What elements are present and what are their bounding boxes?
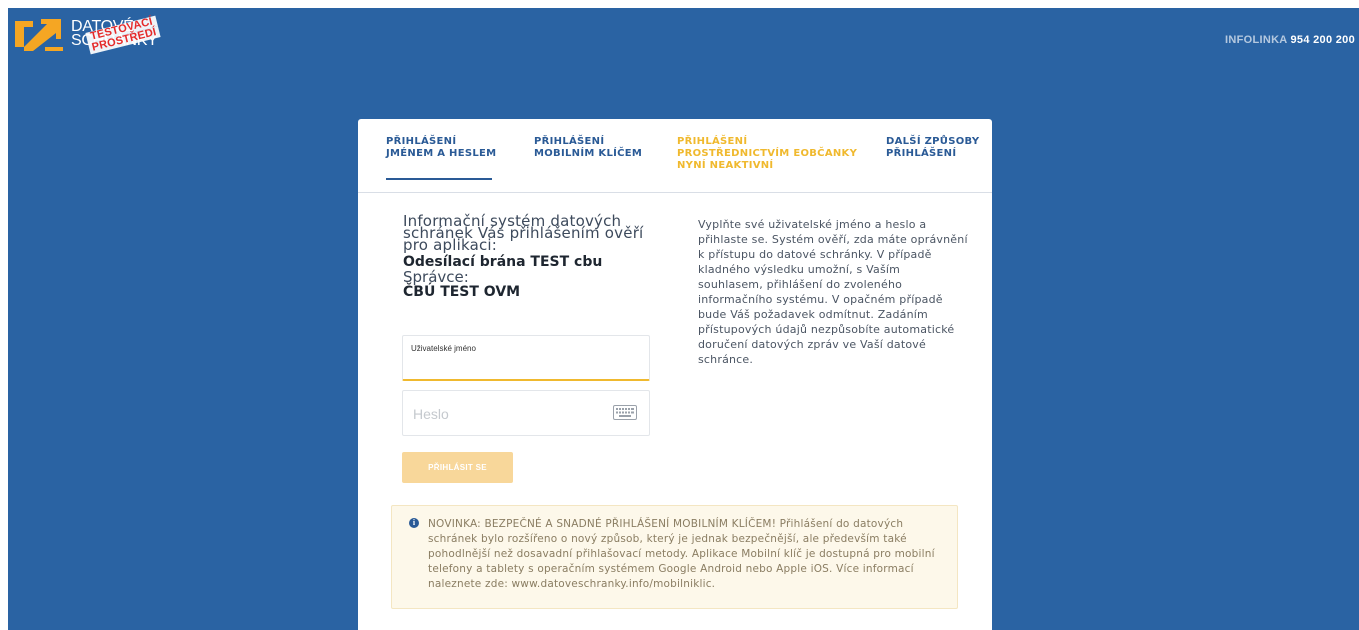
arrow-logo-icon xyxy=(15,19,63,51)
username-input[interactable] xyxy=(411,354,609,375)
infolinka: INFOLINKA 954 200 200 xyxy=(1225,34,1355,46)
tab-eobcanka: PŘIHLÁŠENÍ PROSTŘEDNICTVÍM eOBČANKY NYNÍ… xyxy=(677,136,857,172)
logo[interactable]: DATOVÉ SCHRÁNKY TESTOVACÍ PROSTŘEDÍ xyxy=(15,15,161,55)
tab-line-1: PŘIHLÁŠENÍ xyxy=(534,136,605,147)
tab-line-2: JMÉNEM A HESLEM xyxy=(386,148,497,159)
login-card: PŘIHLÁŠENÍ JMÉNEM A HESLEM PŘIHLÁŠENÍ MO… xyxy=(358,119,992,630)
tab-other-methods[interactable]: DALŠÍ ZPŮSOBY PŘIHLÁŠENÍ xyxy=(886,136,979,160)
mobile-key-notice: i NOVINKA: BEZPEČNÉ A SNADNÉ PŘIHLÁŠENÍ … xyxy=(391,505,958,609)
login-button[interactable]: PŘIHLÁSIT SE xyxy=(402,452,513,483)
infolinka-number[interactable]: 954 200 200 xyxy=(1291,34,1355,46)
app-info: Informační systém datových schránek Vás … xyxy=(403,212,663,301)
login-tabs: PŘIHLÁŠENÍ JMÉNEM A HESLEM PŘIHLÁŠENÍ MO… xyxy=(358,119,992,193)
login-description: Vyplňte své uživatelské jméno a heslo a … xyxy=(698,218,968,366)
tab-line-2: PROSTŘEDNICTVÍM eOBČANKY xyxy=(677,148,858,159)
username-label: Uživatelské jméno xyxy=(411,344,476,353)
info-intro: Informační systém datových schránek Vás … xyxy=(403,212,644,254)
keyboard-icon[interactable] xyxy=(613,405,637,420)
notice-text: NOVINKA: BEZPEČNÉ A SNADNÉ PŘIHLÁŠENÍ MO… xyxy=(428,518,935,590)
spravce-name: ČBÚ TEST OVM xyxy=(403,284,521,300)
tab-name-password[interactable]: PŘIHLÁŠENÍ JMÉNEM A HESLEM xyxy=(386,136,497,180)
info-icon: i xyxy=(409,518,419,528)
infolinka-label: INFOLINKA xyxy=(1224,34,1288,46)
tab-mobile-key[interactable]: PŘIHLÁŠENÍ MOBILNÍM KLÍČEM xyxy=(534,136,642,160)
tab-line-3: NYNÍ NEAKTIVNÍ xyxy=(677,160,774,171)
tab-line-1: PŘIHLÁŠENÍ xyxy=(677,136,748,147)
tab-line-2: MOBILNÍM KLÍČEM xyxy=(534,148,643,159)
tab-line-1: PŘIHLÁŠENÍ xyxy=(386,136,457,147)
logo-text: DATOVÉ SCHRÁNKY TESTOVACÍ PROSTŘEDÍ xyxy=(71,15,161,55)
password-input[interactable] xyxy=(411,397,609,431)
tab-line-1: DALŠÍ ZPŮSOBY xyxy=(886,136,980,147)
password-field[interactable] xyxy=(402,390,650,436)
page-background: DATOVÉ SCHRÁNKY TESTOVACÍ PROSTŘEDÍ INFO… xyxy=(8,8,1359,630)
username-field[interactable]: Uživatelské jméno xyxy=(402,335,650,381)
spravce-label: Správce: xyxy=(403,268,469,286)
tab-line-2: PŘIHLÁŠENÍ xyxy=(886,148,957,159)
